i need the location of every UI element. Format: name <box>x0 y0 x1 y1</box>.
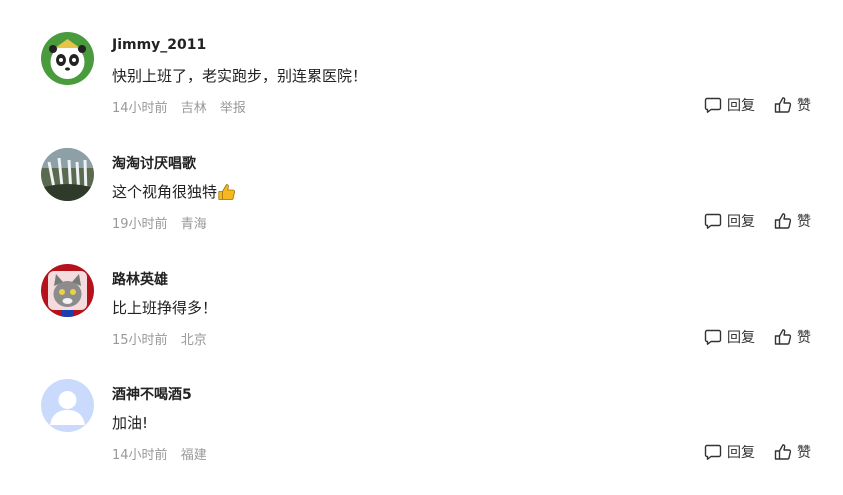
like-label: 赞 <box>797 330 811 346</box>
comment-text-body: 比上班挣得多！ <box>112 299 218 317</box>
comment-item: Jimmy_2011 快别上班了，老实跑步，别连累医院！ 14小时前 吉林 举报… <box>0 32 843 148</box>
username[interactable]: Jimmy_2011 <box>112 37 206 53</box>
comment-bubble-icon <box>704 444 722 460</box>
comment-text: 快别上班了，老实跑步，别连累医院！ <box>112 65 367 86</box>
reply-button[interactable]: 回复 <box>704 442 755 462</box>
comment-meta: 15小时前 北京 <box>112 329 216 348</box>
report-link[interactable]: 举报 <box>220 101 246 116</box>
comment-meta: 14小时前 福建 <box>112 444 216 463</box>
reply-button[interactable]: 回复 <box>704 95 755 115</box>
comment-bubble-icon <box>704 213 722 229</box>
reply-label: 回复 <box>727 445 755 461</box>
username[interactable]: 酒神不喝酒5 <box>112 384 192 404</box>
comment-text-body: 加油! <box>112 414 149 432</box>
like-label: 赞 <box>797 98 811 114</box>
comment-bubble-icon <box>704 97 722 113</box>
like-label: 赞 <box>797 214 811 230</box>
thumbs-up-emoji <box>218 183 236 200</box>
comment-actions: 回复 赞 <box>704 442 811 462</box>
comment-time: 15小时前 <box>112 333 168 348</box>
comment-time: 19小时前 <box>112 217 168 232</box>
comment-time: 14小时前 <box>112 101 168 116</box>
reply-button[interactable]: 回复 <box>704 211 755 231</box>
username[interactable]: 淘淘讨厌唱歌 <box>112 153 196 173</box>
comment-location: 北京 <box>180 333 207 348</box>
comment-time: 14小时前 <box>112 448 168 463</box>
thumbs-up-icon <box>774 213 792 229</box>
username[interactable]: 路林英雄 <box>112 269 168 289</box>
comment-location: 吉林 <box>180 101 207 116</box>
reply-label: 回复 <box>727 98 755 114</box>
avatar[interactable] <box>41 32 94 85</box>
comment-item: 酒神不喝酒5 加油! 14小时前 福建 回复 赞 <box>0 379 843 495</box>
comment-meta: 19小时前 青海 <box>112 213 216 232</box>
like-button[interactable]: 赞 <box>774 211 811 231</box>
comment-actions: 回复 赞 <box>704 211 811 231</box>
comment-item: 路林英雄 比上班挣得多！ 15小时前 北京 回复 赞 <box>0 264 843 380</box>
comment-bubble-icon <box>704 329 722 345</box>
reply-label: 回复 <box>727 214 755 230</box>
comment-text: 这个视角很独特 <box>112 181 236 202</box>
comment-actions: 回复 赞 <box>704 327 811 347</box>
like-button[interactable]: 赞 <box>774 327 811 347</box>
comment-item: 淘淘讨厌唱歌 这个视角很独特 19小时前 青海 回复 赞 <box>0 148 843 264</box>
avatar[interactable] <box>41 379 94 432</box>
comment-location: 青海 <box>180 217 207 232</box>
comment-meta: 14小时前 吉林 举报 <box>112 97 255 116</box>
comment-text-body: 快别上班了，老实跑步，别连累医院！ <box>112 67 368 85</box>
reply-button[interactable]: 回复 <box>704 327 755 347</box>
thumbs-up-icon <box>774 329 792 345</box>
reply-label: 回复 <box>727 330 755 346</box>
like-button[interactable]: 赞 <box>774 95 811 115</box>
comment-text: 比上班挣得多！ <box>112 297 217 318</box>
comment-text-body: 这个视角很独特 <box>112 183 218 201</box>
comment-actions: 回复 赞 <box>704 95 811 115</box>
avatar[interactable] <box>41 148 94 201</box>
like-button[interactable]: 赞 <box>774 442 811 462</box>
thumbs-up-icon <box>774 444 792 460</box>
thumbs-up-icon <box>774 97 792 113</box>
comment-text: 加油! <box>112 412 148 433</box>
like-label: 赞 <box>797 445 811 461</box>
comment-location: 福建 <box>180 448 207 463</box>
avatar[interactable] <box>41 264 94 317</box>
